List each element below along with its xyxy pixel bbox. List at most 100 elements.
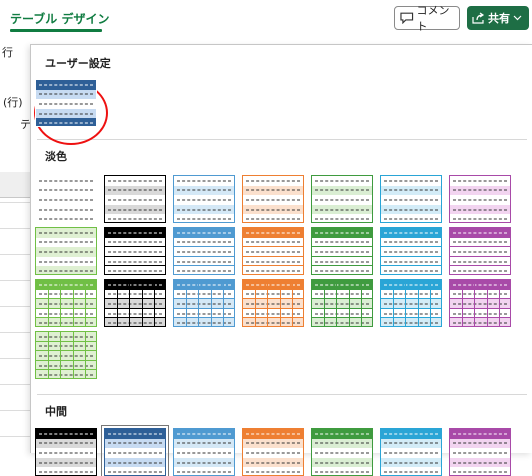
light-style-3[interactable] bbox=[173, 175, 235, 223]
share-button[interactable]: 共有 bbox=[467, 6, 529, 30]
style-dash-line bbox=[246, 242, 300, 243]
style-row bbox=[36, 280, 96, 290]
style-row bbox=[381, 299, 441, 309]
style-row bbox=[312, 467, 372, 476]
style-row bbox=[381, 214, 441, 223]
light-style-18[interactable] bbox=[242, 279, 304, 327]
medium-style-2[interactable] bbox=[104, 428, 166, 476]
style-column-line bbox=[499, 280, 500, 326]
style-dash-line bbox=[315, 190, 369, 191]
style-column-line bbox=[73, 332, 74, 378]
light-style-22[interactable] bbox=[35, 331, 97, 379]
style-row bbox=[243, 429, 303, 439]
light-style-16[interactable] bbox=[104, 279, 166, 327]
light-style-6[interactable] bbox=[380, 175, 442, 223]
style-dash-line bbox=[177, 190, 231, 191]
light-style-5[interactable] bbox=[311, 175, 373, 223]
style-dash-line bbox=[384, 219, 438, 220]
medium-style-3[interactable] bbox=[173, 428, 235, 476]
custom-table-style-thumb[interactable] bbox=[35, 79, 97, 127]
style-row bbox=[105, 228, 165, 238]
style-column-line bbox=[255, 280, 256, 326]
style-dash-line bbox=[39, 251, 93, 252]
medium-style-6[interactable] bbox=[380, 428, 442, 476]
light-style-2[interactable] bbox=[104, 175, 166, 223]
style-dash-line bbox=[177, 433, 231, 434]
style-dash-line bbox=[384, 261, 438, 262]
style-row bbox=[243, 257, 303, 267]
style-dash-line bbox=[315, 180, 369, 181]
light-style-20[interactable] bbox=[380, 279, 442, 327]
style-dash-line bbox=[384, 433, 438, 434]
light-style-12[interactable] bbox=[311, 227, 373, 275]
light-style-19[interactable] bbox=[311, 279, 373, 327]
style-column-line bbox=[267, 280, 268, 326]
light-style-17[interactable] bbox=[173, 279, 235, 327]
style-dash-line bbox=[108, 242, 162, 243]
style-dash-line bbox=[246, 251, 300, 252]
style-dash-line bbox=[384, 242, 438, 243]
style-dash-line bbox=[108, 219, 162, 220]
style-dash-line bbox=[315, 251, 369, 252]
light-style-8[interactable] bbox=[35, 227, 97, 275]
section-light-label: 淡色 bbox=[45, 148, 67, 164]
style-column-line bbox=[418, 280, 419, 326]
style-dash-line bbox=[39, 271, 93, 272]
style-dash-line bbox=[39, 84, 93, 85]
style-row bbox=[105, 238, 165, 248]
style-row bbox=[105, 318, 165, 327]
style-column-line bbox=[280, 280, 281, 326]
style-row bbox=[312, 195, 372, 205]
style-row bbox=[174, 195, 234, 205]
style-row bbox=[243, 214, 303, 223]
light-style-9[interactable] bbox=[104, 227, 166, 275]
background-row-paren-label: (行) bbox=[3, 94, 23, 110]
style-dash-line bbox=[39, 261, 93, 262]
style-row bbox=[36, 332, 96, 342]
style-dash-line bbox=[315, 472, 369, 473]
style-row bbox=[381, 195, 441, 205]
style-dash-line bbox=[108, 433, 162, 434]
style-dash-line bbox=[315, 209, 369, 210]
style-row bbox=[243, 247, 303, 257]
style-dash-line bbox=[384, 271, 438, 272]
light-style-10[interactable] bbox=[173, 227, 235, 275]
style-dash-line bbox=[177, 462, 231, 463]
style-row bbox=[105, 309, 165, 319]
style-dash-line bbox=[246, 443, 300, 444]
style-row bbox=[174, 439, 234, 449]
style-row bbox=[105, 290, 165, 300]
style-dash-line bbox=[39, 242, 93, 243]
light-style-11[interactable] bbox=[242, 227, 304, 275]
style-row bbox=[381, 439, 441, 449]
style-dash-line bbox=[39, 219, 93, 220]
style-dash-line bbox=[246, 472, 300, 473]
gridline bbox=[0, 332, 30, 333]
light-style-7[interactable] bbox=[449, 175, 511, 223]
medium-style-1[interactable] bbox=[35, 428, 97, 476]
style-row bbox=[174, 257, 234, 267]
medium-style-5[interactable] bbox=[311, 428, 373, 476]
comment-button[interactable]: コメント bbox=[394, 6, 460, 30]
style-dash-line bbox=[315, 219, 369, 220]
light-style-4[interactable] bbox=[242, 175, 304, 223]
style-row bbox=[105, 299, 165, 309]
gridline bbox=[0, 410, 30, 411]
tab-table-design[interactable]: テーブル デザイン bbox=[10, 10, 109, 27]
light-style-13[interactable] bbox=[380, 227, 442, 275]
style-row bbox=[312, 247, 372, 257]
light-style-15[interactable] bbox=[35, 279, 97, 327]
style-column-line bbox=[129, 280, 130, 326]
section-separator bbox=[37, 394, 527, 395]
medium-style-4[interactable] bbox=[242, 428, 304, 476]
style-column-line bbox=[48, 332, 49, 378]
light-style-21[interactable] bbox=[449, 279, 511, 327]
medium-style-7[interactable] bbox=[449, 428, 511, 476]
section-medium-label: 中間 bbox=[45, 403, 67, 419]
light-style-1[interactable] bbox=[35, 175, 97, 223]
light-style-14[interactable] bbox=[449, 227, 511, 275]
style-dash-line bbox=[39, 443, 93, 444]
style-row bbox=[105, 429, 165, 439]
style-dash-line bbox=[39, 199, 93, 200]
gridline bbox=[0, 358, 30, 359]
